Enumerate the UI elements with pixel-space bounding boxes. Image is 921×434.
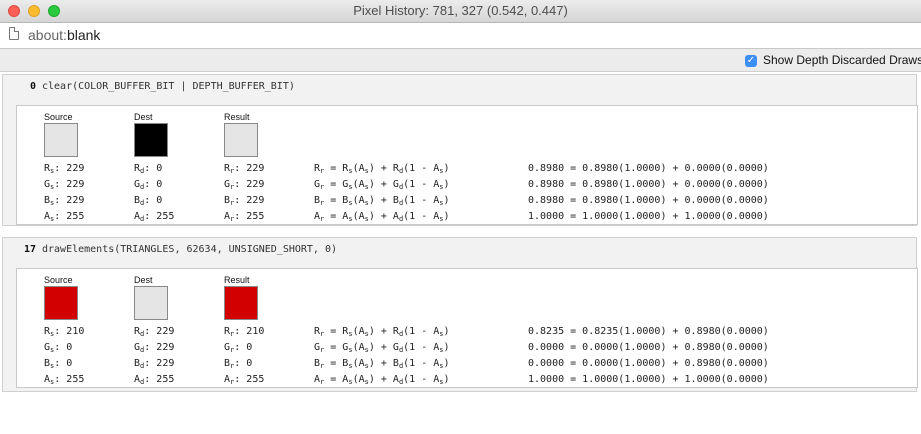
options-bar: ✓ Show Depth Discarded Draws xyxy=(0,49,921,72)
draw-call-entry: 0 clear(COLOR_BUFFER_BIT | DEPTH_BUFFER_B… xyxy=(2,74,918,226)
result-a-value: Ar: 255 xyxy=(224,374,265,386)
blend-panel: Source Dest Result Rs: 229 Rd: 0 Rr: 229 Rr = … xyxy=(16,105,918,225)
blend-formula-g: Gr = Gs(As) + Gd(1 - As) xyxy=(314,342,450,354)
result-swatch-label: Result xyxy=(224,112,250,122)
source-r-value: Rs: 229 xyxy=(44,163,85,175)
blend-formula-r: Rr = Rs(As) + Rd(1 - As) xyxy=(314,163,450,175)
source-swatch-label: Source xyxy=(44,275,73,285)
blend-formula-a: Ar = As(As) + Ad(1 - As) xyxy=(314,374,450,386)
blend-formula-b: Br = Bs(As) + Bd(1 - As) xyxy=(314,195,450,207)
draw-call-text: drawElements(TRIANGLES, 62634, UNSIGNED_… xyxy=(42,244,338,255)
blend-calculation-g: 0.0000 = 0.0000(1.0000) + 0.8980(0.0000) xyxy=(528,342,769,353)
value: 255 xyxy=(246,211,265,222)
value: 0 xyxy=(246,342,253,353)
window-title: Pixel History: 781, 327 (0.542, 0.447) xyxy=(353,3,568,18)
dest-r-value: Rd: 0 xyxy=(134,163,163,175)
value: 210 xyxy=(246,326,265,337)
blend-calculation-r: 0.8980 = 0.8980(1.0000) + 0.0000(0.0000) xyxy=(528,163,769,174)
value: 229 xyxy=(66,179,85,190)
result-b-value: Br: 229 xyxy=(224,195,265,207)
value: 0 xyxy=(246,358,253,369)
result-b-value: Br: 0 xyxy=(224,358,253,370)
value: 255 xyxy=(66,374,85,385)
value: 229 xyxy=(156,326,175,337)
dest-a-value: Ad: 255 xyxy=(134,374,175,386)
blend-formula-a: Ar = As(As) + Ad(1 - As) xyxy=(314,211,450,223)
result-g-value: Gr: 0 xyxy=(224,342,253,354)
source-r-value: Rs: 210 xyxy=(44,326,85,338)
draw-call-entry: 17 drawElements(TRIANGLES, 62634, UNSIGNE… xyxy=(2,237,918,392)
url-text[interactable]: about:blank xyxy=(28,27,100,43)
value: 0 xyxy=(156,179,163,190)
dest-g-value: Gd: 229 xyxy=(134,342,175,354)
draw-header[interactable]: 17 drawElements(TRIANGLES, 62634, UNSIGNE… xyxy=(3,238,916,260)
blend-formula-r: Rr = Rs(As) + Rd(1 - As) xyxy=(314,326,450,338)
blend-calculation-a: 1.0000 = 1.0000(1.0000) + 1.0000(0.0000) xyxy=(528,374,769,385)
show-depth-discarded-label[interactable]: Show Depth Discarded Draws xyxy=(763,53,921,67)
blend-calculation-b: 0.0000 = 0.0000(1.0000) + 0.8980(0.0000) xyxy=(528,358,769,369)
blend-formula-b: Br = Bs(As) + Bd(1 - As) xyxy=(314,358,450,370)
value: 229 xyxy=(66,163,85,174)
value: 229 xyxy=(246,179,265,190)
result-color-swatch xyxy=(224,123,258,157)
value: 255 xyxy=(156,374,175,385)
dest-color-swatch xyxy=(134,286,168,320)
dest-r-value: Rd: 229 xyxy=(134,326,175,338)
value: 210 xyxy=(66,326,85,337)
blend-formula-g: Gr = Gs(As) + Gd(1 - As) xyxy=(314,179,450,191)
page-icon xyxy=(9,27,19,40)
blend-panel: Source Dest Result Rs: 210 Rd: 229 Rr: 210 Rr … xyxy=(16,268,918,388)
url-scheme: about: xyxy=(28,27,67,43)
source-a-value: As: 255 xyxy=(44,211,85,223)
value: 229 xyxy=(156,342,175,353)
title-bar: Pixel History: 781, 327 (0.542, 0.447) xyxy=(0,0,921,23)
source-color-swatch xyxy=(44,123,78,157)
address-bar[interactable]: about:blank xyxy=(0,23,921,49)
blend-calculation-a: 1.0000 = 1.0000(1.0000) + 1.0000(0.0000) xyxy=(528,211,769,222)
result-r-value: Rr: 210 xyxy=(224,326,265,338)
blend-calculation-g: 0.8980 = 0.8980(1.0000) + 0.0000(0.0000) xyxy=(528,179,769,190)
dest-g-value: Gd: 0 xyxy=(134,179,163,191)
blend-calculation-r: 0.8235 = 0.8235(1.0000) + 0.8980(0.0000) xyxy=(528,326,769,337)
value: 255 xyxy=(66,211,85,222)
value: 255 xyxy=(246,374,265,385)
draw-call-text: clear(COLOR_BUFFER_BIT | DEPTH_BUFFER_BI… xyxy=(42,81,295,92)
value: 229 xyxy=(246,163,265,174)
draw-index: 0 xyxy=(29,81,36,92)
value: 0 xyxy=(66,358,73,369)
source-g-value: Gs: 0 xyxy=(44,342,73,354)
draw-index: 17 xyxy=(23,244,36,255)
value: 229 xyxy=(246,195,265,206)
value: 0 xyxy=(66,342,73,353)
value: 0 xyxy=(156,163,163,174)
source-a-value: As: 255 xyxy=(44,374,85,386)
show-depth-discarded-checkbox[interactable]: ✓ xyxy=(745,55,757,67)
dest-b-value: Bd: 0 xyxy=(134,195,163,207)
result-swatch-label: Result xyxy=(224,275,250,285)
dest-swatch-label: Dest xyxy=(134,275,153,285)
source-b-value: Bs: 0 xyxy=(44,358,73,370)
dest-color-swatch xyxy=(134,123,168,157)
result-color-swatch xyxy=(224,286,258,320)
source-g-value: Gs: 229 xyxy=(44,179,85,191)
draw-header[interactable]: 0 clear(COLOR_BUFFER_BIT | DEPTH_BUFFER_B… xyxy=(3,75,916,97)
source-swatch-label: Source xyxy=(44,112,73,122)
dest-b-value: Bd: 229 xyxy=(134,358,175,370)
source-b-value: Bs: 229 xyxy=(44,195,85,207)
blend-calculation-b: 0.8980 = 0.8980(1.0000) + 0.0000(0.0000) xyxy=(528,195,769,206)
value: 255 xyxy=(156,211,175,222)
result-a-value: Ar: 255 xyxy=(224,211,265,223)
value: 229 xyxy=(66,195,85,206)
value: 229 xyxy=(156,358,175,369)
value: 0 xyxy=(156,195,163,206)
result-r-value: Rr: 229 xyxy=(224,163,265,175)
source-color-swatch xyxy=(44,286,78,320)
url-rest: blank xyxy=(66,27,101,43)
result-g-value: Gr: 229 xyxy=(224,179,265,191)
dest-swatch-label: Dest xyxy=(134,112,153,122)
dest-a-value: Ad: 255 xyxy=(134,211,175,223)
